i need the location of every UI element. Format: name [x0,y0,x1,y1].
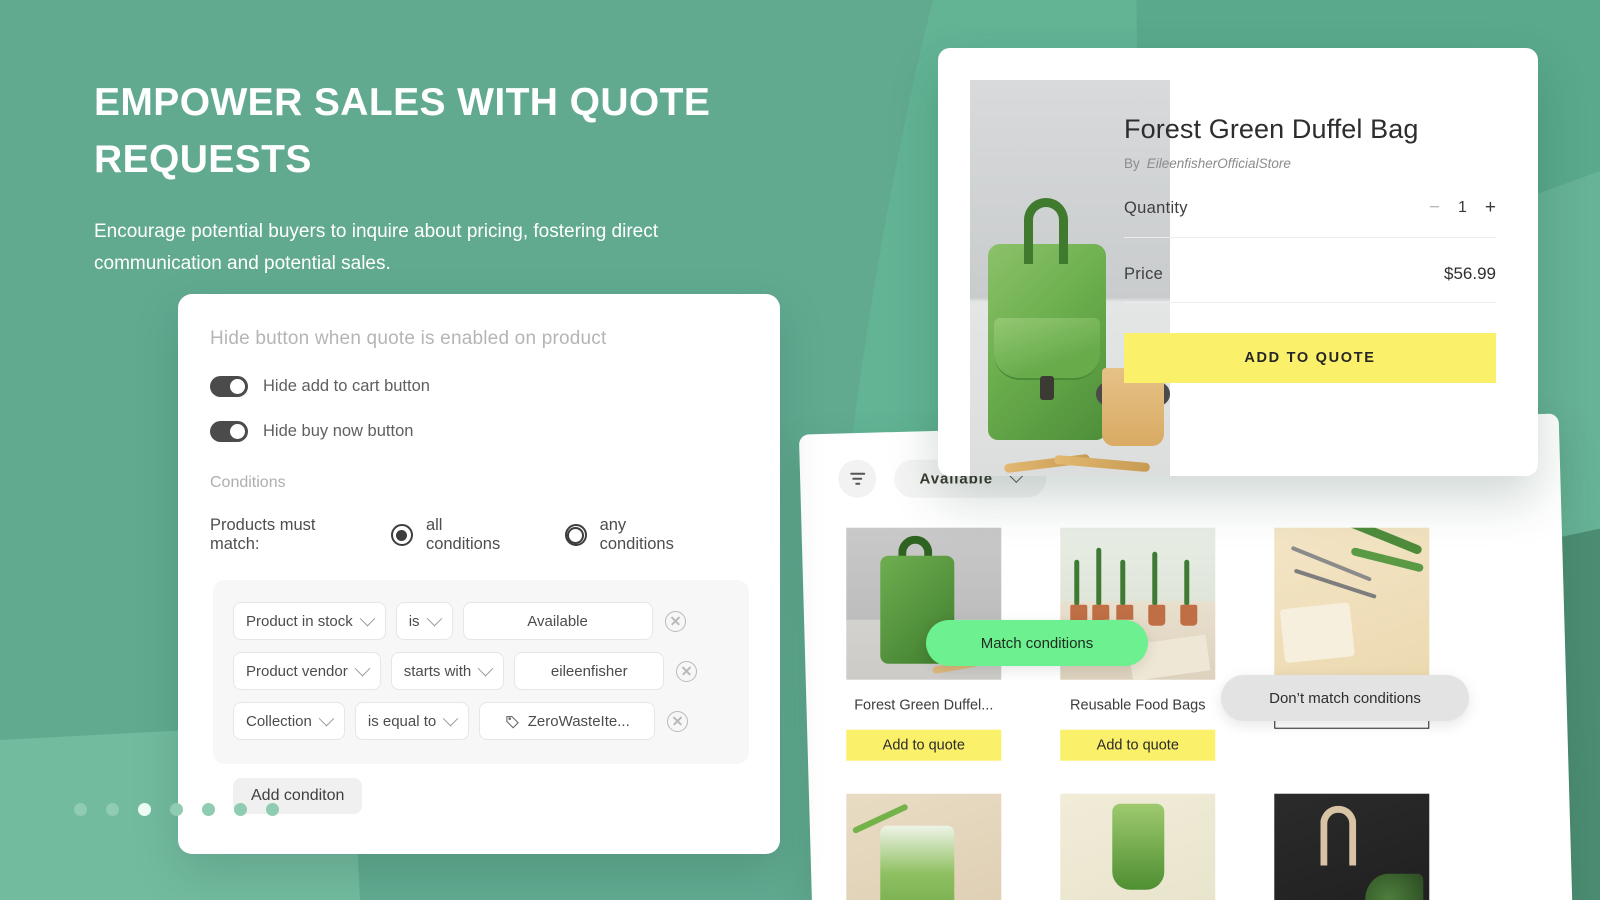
chevron-down-icon [442,710,459,726]
product-name: Forest Green Duffel... [854,697,994,714]
product-detail-info: Forest Green Duffel Bag By EileenfisherOf… [1124,114,1496,383]
condition-value-text: Available [527,612,588,630]
products-must-match-label: Products must match: [210,516,316,553]
product-detail-card: Forest Green Duffel Bag By EileenfisherOf… [938,48,1538,476]
page-title: EMPOWER SALES WITH QUOTE REQUESTS [94,81,711,181]
carousel-dot[interactable] [266,803,279,816]
carousel-dot[interactable] [74,803,87,816]
conditions-panel: Product in stock is Available Product ve… [213,580,749,764]
condition-field-value: Product in stock [246,612,353,630]
condition-operator-value: is [408,612,420,630]
hero-text: EMPOWER SALES WITH QUOTE REQUESTS Encour… [94,74,794,280]
no-match-conditions-tooltip: Don’t match conditions [1221,675,1469,721]
product-vendor-line: By EileenfisherOfficialStore [1124,156,1496,171]
hide-add-to-cart-toggle[interactable] [210,376,248,397]
glass-cloth-napkin-thumb [1060,793,1216,900]
carousel-dots[interactable] [74,803,279,816]
chevron-down-icon [318,710,335,726]
add-to-quote-button[interactable]: Add to quote [1060,729,1216,761]
radio-all-conditions-label: all conditions [425,516,501,553]
collection-panel: Available Forest Green Duffel... Add to … [798,413,1574,900]
black-tote-plant-thumb [1274,793,1430,900]
vendor-name: EileenfisherOfficialStore [1146,156,1291,171]
plus-icon[interactable]: + [1485,197,1496,219]
condition-field-value: Collection [246,712,312,730]
price-value: $56.99 [1444,264,1496,283]
add-to-quote-cta[interactable]: ADD TO QUOTE [1124,333,1496,383]
close-circle-icon[interactable] [676,660,698,682]
tag-icon [505,714,520,729]
hide-buy-now-toggle[interactable] [210,421,248,442]
price-label: Price [1124,264,1164,283]
radio-any-conditions[interactable] [564,524,587,546]
quantity-label: Quantity [1124,198,1188,217]
condition-value-input[interactable]: Available [462,602,653,640]
page-subtitle: Encourage potential buyers to inquire ab… [94,221,659,274]
condition-row: Collection is equal to ZeroWasteIte... [233,702,729,740]
close-circle-icon[interactable] [664,610,686,632]
match-conditions-tooltip: Match conditions [926,620,1148,666]
add-to-quote-button[interactable]: Add to quote [846,729,1002,761]
condition-value-text: ZeroWasteIte... [527,712,630,730]
quote-settings-card: Hide button when quote is enabled on pro… [178,294,780,854]
product-card[interactable] [1274,793,1430,900]
settings-card-title: Hide button when quote is enabled on pro… [210,328,607,349]
setting-hide-buy-now[interactable]: Hide buy now button [210,421,748,442]
condition-operator-value: starts with [403,662,472,680]
setting-hide-add-to-cart[interactable]: Hide add to cart button [210,376,748,397]
cutlery-pouch-thumb [1274,527,1430,680]
carousel-dot[interactable] [202,803,215,816]
condition-operator-select[interactable]: is equal to [354,702,470,740]
product-card[interactable]: Add to cart [1274,527,1430,761]
condition-field-select[interactable]: Product in stock [233,602,386,640]
price-row: Price $56.99 [1124,238,1496,303]
chevron-down-icon [359,610,375,626]
filter-icon[interactable] [838,459,877,498]
collection-panel-inner: Available Forest Green Duffel... Add to … [816,442,1573,900]
chevron-down-icon [354,660,371,676]
promo-slide: EMPOWER SALES WITH QUOTE REQUESTS Encour… [0,0,1600,900]
condition-value-input[interactable]: ZeroWasteIte... [479,702,656,740]
carousel-dot-active[interactable] [138,803,151,816]
products-must-match-row: Products must match: all conditions any … [210,516,748,554]
condition-field-select[interactable]: Product vendor [233,652,381,690]
carousel-dot[interactable] [106,803,119,816]
quantity-row: Quantity − 1 + [1124,171,1496,238]
condition-operator-value: is equal to [367,712,437,730]
conditions-heading: Conditions [210,474,286,491]
radio-any-conditions-label: any conditions [599,516,674,553]
radio-all-conditions[interactable] [390,524,413,546]
minus-icon[interactable]: − [1429,197,1440,219]
carousel-dot[interactable] [234,803,247,816]
condition-field-value: Product vendor [246,662,348,680]
carousel-dot[interactable] [170,803,183,816]
condition-row: Product vendor starts with eileenfisher [233,652,729,690]
product-card[interactable] [1060,793,1216,900]
close-circle-icon[interactable] [667,710,689,732]
quantity-stepper[interactable]: − 1 + [1429,197,1496,219]
condition-row: Product in stock is Available [233,602,729,640]
product-card[interactable] [846,793,1002,900]
by-label: By [1124,156,1140,171]
quantity-value: 1 [1457,199,1467,216]
condition-operator-select[interactable]: is [395,602,453,640]
hide-buy-now-label: Hide buy now button [263,422,414,440]
green-smoothie-jar-thumb [846,793,1002,900]
chevron-down-icon [426,610,442,626]
condition-operator-select[interactable]: starts with [390,652,505,690]
chevron-down-icon [477,660,494,676]
condition-value-text: eileenfisher [550,662,628,680]
condition-field-select[interactable]: Collection [233,702,345,740]
hide-add-to-cart-label: Hide add to cart button [263,377,430,395]
condition-value-input[interactable]: eileenfisher [514,652,665,690]
product-name: Reusable Food Bags [1070,697,1206,714]
product-title: Forest Green Duffel Bag [1124,114,1419,144]
